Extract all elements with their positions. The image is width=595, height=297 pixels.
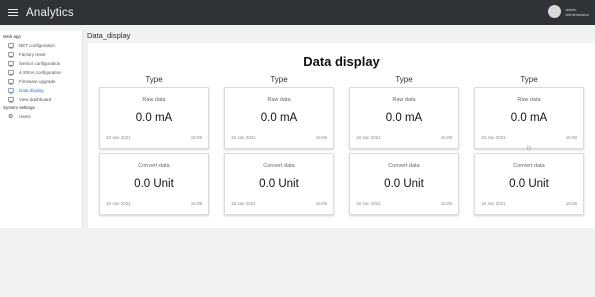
raw-data-card: Raw data 0.0 mA 18 Jan 2021 15:09	[474, 87, 584, 149]
hamburger-menu-icon[interactable]	[8, 9, 18, 16]
card-date: 18 Jan 2021	[356, 135, 381, 140]
card-time: 15:09	[565, 135, 577, 140]
card-label: Raw data	[392, 97, 416, 103]
monitor-icon	[8, 42, 14, 49]
convert-data-card: Convert data 0.0 Unit 18 Jan 2021 15:09	[224, 153, 334, 215]
monitor-icon	[8, 51, 14, 58]
card-date: 18 Jan 2021	[231, 135, 256, 140]
type-label: Type	[270, 75, 288, 84]
card-date: 18 Jan 2021	[481, 201, 506, 206]
convert-data-card: Convert data 0.0 Unit 18 Jan 2021 15:09	[349, 153, 459, 215]
sidebar-item-label: Data display	[19, 88, 44, 93]
sidebar-item-net-configuration[interactable]: NET configuration	[0, 41, 82, 50]
card-time: 15:09	[190, 135, 202, 140]
type-label: Type	[395, 75, 413, 84]
sidebar-item-view-dashboard[interactable]: View dashboard	[0, 95, 82, 104]
raw-data-value: 0.0 mA	[510, 112, 548, 124]
card-date: 18 Jan 2021	[106, 201, 131, 206]
type-label: Type	[520, 75, 538, 84]
raw-data-card: Raw data 0.0 mA 18 Jan 2021 15:09	[99, 87, 209, 149]
card-label: Convert data	[263, 163, 295, 169]
sidebar-section-webapp: Web app	[3, 34, 21, 39]
sidebar-item-users[interactable]: ⚙ Users	[0, 112, 82, 121]
raw-data-value: 0.0 mA	[385, 112, 423, 124]
user-menu[interactable]: admin Administrator	[548, 5, 589, 18]
card-label: Raw data	[142, 97, 166, 103]
card-date: 18 Jan 2021	[481, 135, 506, 140]
sensor-column-1: Type Raw data 0.0 mA 18 Jan 2021 15:09 C…	[99, 70, 209, 215]
sidebar-item-4-20ma-configuration[interactable]: 4-20mA configuration	[0, 68, 82, 77]
top-bar: Analytics admin Administrator	[0, 0, 595, 25]
page-title: Data display	[303, 54, 380, 69]
sensor-column-2: Type Raw data 0.0 mA 18 Jan 2021 15:09 C…	[224, 70, 334, 215]
type-label: Type	[145, 75, 163, 84]
sidebar-section-system: System settings	[3, 105, 35, 110]
raw-data-card: Raw data 0.0 mA 18 Jan 2021 15:09	[349, 87, 459, 149]
card-label: Convert data	[388, 163, 420, 169]
monitor-icon	[8, 87, 14, 94]
raw-data-value: 0.0 mA	[135, 112, 173, 124]
card-time: 15:09	[565, 201, 577, 206]
convert-data-value: 0.0 Unit	[509, 178, 549, 190]
convert-data-value: 0.0 Unit	[134, 178, 174, 190]
mouse-cursor-icon	[527, 145, 532, 151]
avatar[interactable]	[548, 5, 562, 18]
user-role: Administrator	[565, 11, 589, 17]
convert-data-card: Convert data 0.0 Unit 18 Jan 2021 15:09	[474, 153, 584, 215]
card-date: 18 Jan 2021	[106, 135, 131, 140]
sidebar-item-label: NET configuration	[19, 43, 55, 48]
card-time: 15:09	[440, 135, 452, 140]
card-label: Convert data	[513, 163, 545, 169]
monitor-icon	[8, 69, 14, 76]
sensor-column-3: Type Raw data 0.0 mA 18 Jan 2021 15:09 C…	[349, 70, 459, 215]
sidebar-item-label: Users	[19, 114, 31, 119]
convert-data-card: Convert data 0.0 Unit 18 Jan 2021 15:09	[99, 153, 209, 215]
gear-icon: ⚙	[8, 113, 14, 120]
card-label: Convert data	[138, 163, 170, 169]
data-display-panel: Data display Type Raw data 0.0 mA 18 Jan…	[88, 43, 595, 228]
breadcrumb: Data_display	[87, 31, 131, 40]
sidebar-item-data-display[interactable]: Data display	[0, 86, 82, 95]
user-info: admin Administrator	[565, 7, 589, 17]
sidebar-item-label: 4-20mA configuration	[19, 70, 62, 75]
sidebar-item-sensor-configuration[interactable]: Sensor configuration	[0, 59, 82, 68]
sidebar: Web app NET configuration Factory reset …	[0, 31, 83, 228]
card-time: 15:09	[315, 201, 327, 206]
app-logo[interactable]: Analytics	[26, 7, 74, 19]
sidebar-item-label: Sensor configuration	[19, 61, 61, 66]
card-date: 18 Jan 2021	[231, 201, 256, 206]
monitor-icon	[8, 60, 14, 67]
convert-data-value: 0.0 Unit	[259, 178, 299, 190]
sidebar-item-firmware-upgrade[interactable]: Firmware upgrade	[0, 77, 82, 86]
sidebar-item-label: View dashboard	[19, 97, 52, 102]
card-time: 15:09	[190, 201, 202, 206]
convert-data-value: 0.0 Unit	[384, 178, 424, 190]
card-date: 18 Jan 2021	[356, 201, 381, 206]
card-label: Raw data	[517, 97, 541, 103]
monitor-icon	[8, 96, 14, 103]
monitor-icon	[8, 78, 14, 85]
sensor-column-4: Type Raw data 0.0 mA 18 Jan 2021 15:09 C…	[474, 70, 584, 215]
sidebar-item-factory-reset[interactable]: Factory reset	[0, 50, 82, 59]
card-time: 15:09	[315, 135, 327, 140]
sidebar-item-label: Firmware upgrade	[19, 79, 56, 84]
raw-data-card: Raw data 0.0 mA 18 Jan 2021 15:09	[224, 87, 334, 149]
raw-data-value: 0.0 mA	[260, 112, 298, 124]
card-label: Raw data	[267, 97, 291, 103]
sidebar-item-label: Factory reset	[19, 52, 46, 57]
card-time: 15:09	[440, 201, 452, 206]
